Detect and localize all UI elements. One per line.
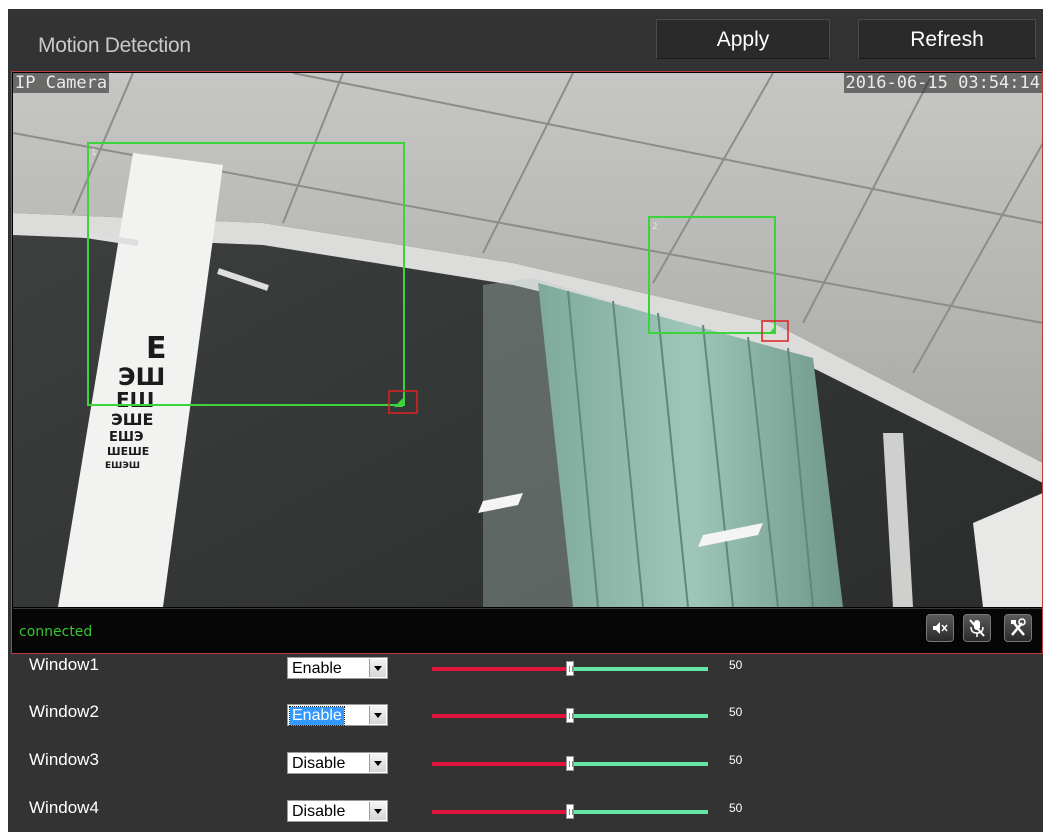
- slider-track-remaining: [570, 762, 708, 766]
- sensitivity-value: 50: [729, 801, 743, 815]
- svg-text:ЭШ: ЭШ: [118, 363, 165, 391]
- svg-text:ШЕШЕ: ШЕШЕ: [107, 445, 149, 458]
- window-label: Window2: [29, 702, 99, 721]
- mic-off-icon: [969, 619, 985, 637]
- region-1-label: 1: [91, 148, 97, 158]
- slider-track-filled: [432, 810, 570, 814]
- chevron-down-icon[interactable]: [369, 706, 386, 724]
- window-label: Window3: [29, 750, 99, 769]
- mute-icon: [933, 622, 948, 634]
- sensitivity-value: 50: [729, 753, 743, 767]
- slider-track-remaining: [570, 714, 708, 718]
- svg-text:ЭШЕ: ЭШЕ: [111, 410, 153, 429]
- settings-button[interactable]: [1004, 614, 1032, 642]
- svg-text:ЕШЭШ: ЕШЭШ: [105, 461, 140, 471]
- svg-text:ЕШ: ЕШ: [116, 388, 154, 412]
- window-state-value: Disable: [292, 803, 346, 820]
- sensitivity-slider[interactable]: [432, 708, 708, 724]
- slider-track-filled: [432, 762, 570, 766]
- window-state-select[interactable]: Enable: [287, 704, 388, 726]
- motion-detection-panel: Motion Detection Apply Refresh E ЭШ ЕШ Э…: [8, 9, 1043, 832]
- window-state-select[interactable]: Enable: [287, 657, 388, 679]
- osd-camera-name: IP Camera: [13, 73, 110, 93]
- refresh-button[interactable]: Refresh: [858, 19, 1036, 59]
- window-label: Window4: [29, 798, 99, 817]
- camera-scene: E ЭШ ЕШ ЭШЕ ЕШЭ ШЕШЕ ЕШЭШ 1 2: [13, 73, 1042, 607]
- apply-button[interactable]: Apply: [656, 19, 830, 59]
- window-state-value: Disable: [292, 755, 346, 772]
- connection-status: connected: [19, 624, 93, 640]
- chevron-down-icon[interactable]: [369, 802, 386, 820]
- window-state-select[interactable]: Disable: [287, 752, 388, 774]
- slider-track-filled: [432, 714, 570, 718]
- slider-track-filled: [432, 667, 570, 671]
- microphone-button[interactable]: [963, 614, 991, 642]
- video-preview[interactable]: E ЭШ ЕШ ЭШЕ ЕШЭ ШЕШЕ ЕШЭШ 1 2 IP Camera …: [11, 71, 1043, 654]
- chevron-down-icon[interactable]: [369, 754, 386, 772]
- window-row-1: Window1 Enable 50: [8, 647, 1043, 691]
- window-row-4: Window4 Disable 50: [8, 790, 1043, 834]
- window-state-select[interactable]: Disable: [287, 800, 388, 822]
- slider-thumb[interactable]: [566, 661, 574, 676]
- window-row-2: Window2 Enable 50: [8, 694, 1043, 738]
- page-title: Motion Detection: [38, 34, 191, 57]
- region-2-label: 2: [652, 222, 658, 232]
- sensitivity-slider[interactable]: [432, 756, 708, 772]
- sensitivity-slider[interactable]: [432, 661, 708, 677]
- slider-thumb[interactable]: [566, 804, 574, 819]
- svg-text:ЕШЭ: ЕШЭ: [109, 430, 143, 445]
- tools-icon: [1011, 618, 1026, 636]
- slider-track-remaining: [570, 810, 708, 814]
- window-state-value: Enable: [289, 706, 345, 726]
- sensitivity-slider[interactable]: [432, 804, 708, 820]
- slider-thumb[interactable]: [566, 708, 574, 723]
- mute-button[interactable]: [926, 614, 954, 642]
- window-label: Window1: [29, 655, 99, 674]
- sensitivity-value: 50: [729, 658, 743, 672]
- slider-thumb[interactable]: [566, 756, 574, 771]
- svg-text:E: E: [146, 331, 167, 366]
- window-row-3: Window3 Disable 50: [8, 742, 1043, 786]
- header-bar: Motion Detection Apply Refresh: [8, 9, 1043, 69]
- sensitivity-value: 50: [729, 705, 743, 719]
- osd-timestamp: 2016-06-15 03:54:14: [843, 73, 1042, 93]
- slider-track-remaining: [570, 667, 708, 671]
- window-state-value: Enable: [292, 660, 342, 677]
- chevron-down-icon[interactable]: [369, 659, 386, 677]
